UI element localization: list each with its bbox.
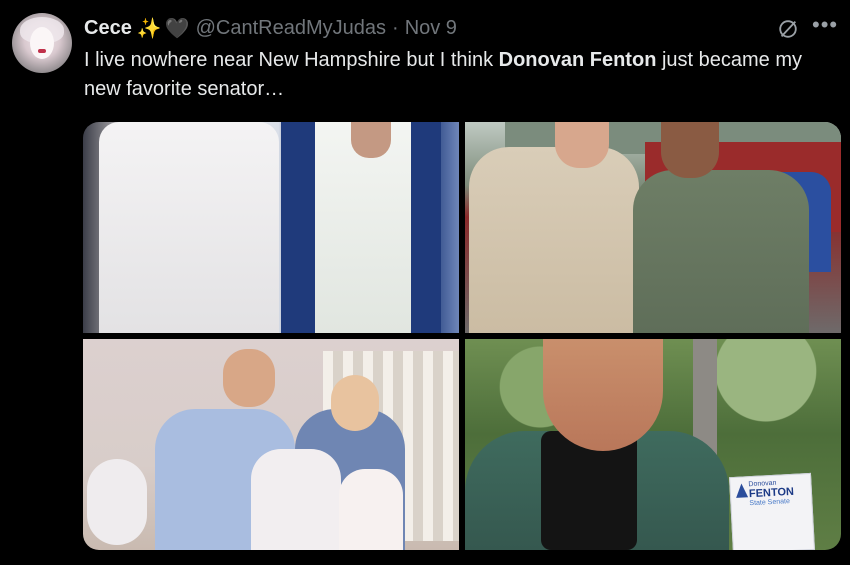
- white-shirt-man: [99, 122, 279, 333]
- state-shape-icon: [735, 483, 749, 498]
- neck: [351, 122, 391, 158]
- author-name[interactable]: Cece: [84, 17, 132, 40]
- separator-dot: ·: [392, 16, 399, 39]
- tweet-text: I live nowhere near New Hampshire but I …: [84, 46, 824, 104]
- father-head: [223, 349, 275, 407]
- tweet-text-start: I live nowhere near New Hampshire but I …: [84, 49, 499, 71]
- author-handle[interactable]: @CantReadMyJudas: [196, 17, 386, 40]
- avatar[interactable]: [12, 13, 72, 73]
- tweet-text-bold-name: Donovan Fenton: [498, 49, 657, 71]
- man-green-head: [661, 122, 719, 178]
- avatar-face: [30, 27, 54, 59]
- man-beige-shirt: [469, 147, 639, 333]
- sparkle-emoji: ✨: [136, 17, 162, 40]
- baby: [339, 469, 403, 550]
- man-beige-head: [555, 122, 609, 168]
- media-grid: Donovan FENTON State Senate: [83, 122, 841, 550]
- grok-icon[interactable]: [777, 18, 799, 40]
- avatar-lips: [38, 49, 46, 53]
- black-heart-emoji: 🖤: [164, 17, 190, 40]
- photo-2[interactable]: [465, 122, 841, 333]
- toddler: [251, 449, 341, 550]
- post-date[interactable]: Nov 9: [405, 17, 457, 40]
- man-green-shirt: [633, 170, 809, 333]
- photo-3[interactable]: [83, 339, 459, 550]
- mother-head: [331, 375, 379, 431]
- tweet-header: Cece ✨ 🖤 @CantReadMyJudas · Nov 9: [84, 14, 457, 42]
- more-icon[interactable]: •••: [812, 12, 838, 38]
- campaign-sign: Donovan FENTON State Senate: [729, 472, 815, 550]
- photo-1[interactable]: [83, 122, 459, 333]
- photo-4[interactable]: Donovan FENTON State Senate: [465, 339, 841, 550]
- plush-toy: [87, 459, 147, 545]
